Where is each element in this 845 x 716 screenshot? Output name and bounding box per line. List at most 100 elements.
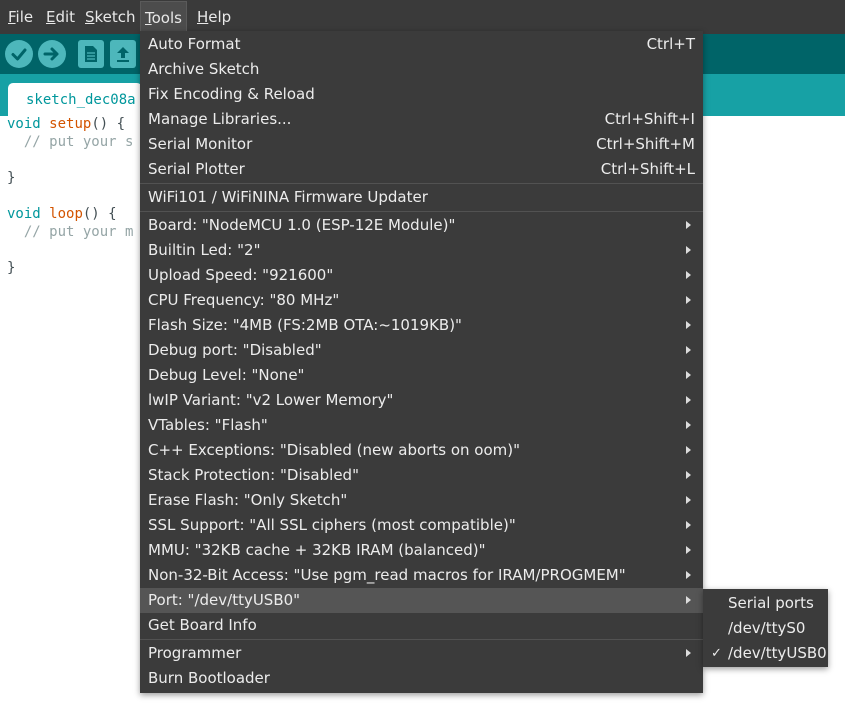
- chevron-right-icon: [686, 371, 691, 379]
- menu-item-label: Get Board Info: [148, 616, 257, 634]
- menu-item-archive-sketch[interactable]: Archive Sketch: [140, 57, 703, 82]
- chevron-right-icon: [686, 471, 691, 479]
- menu-tools[interactable]: Tools: [140, 1, 187, 33]
- chevron-right-icon: [686, 221, 691, 229]
- chevron-right-icon: [686, 271, 691, 279]
- menu-item-firmware-updater[interactable]: WiFi101 / WiFiNINA Firmware Updater: [140, 185, 703, 210]
- menu-file[interactable]: File: [8, 0, 33, 34]
- code-line: }: [7, 170, 16, 186]
- menu-item-label: Archive Sketch: [148, 60, 260, 78]
- chevron-right-icon: [686, 246, 691, 254]
- code-line: // put your s: [7, 134, 134, 150]
- menu-item-label: Erase Flash: "Only Sketch": [148, 491, 348, 509]
- menu-item-erase-flash[interactable]: Erase Flash: "Only Sketch": [140, 488, 703, 513]
- menu-item-label: WiFi101 / WiFiNINA Firmware Updater: [148, 188, 428, 206]
- upload-button[interactable]: [38, 40, 66, 68]
- code-line: void setup() {: [7, 116, 126, 132]
- menu-item-board[interactable]: Board: "NodeMCU 1.0 (ESP-12E Module)": [140, 213, 703, 238]
- check-icon: [11, 48, 27, 61]
- menu-sketch[interactable]: Sketch: [85, 0, 136, 34]
- open-sketch-button[interactable]: [110, 40, 136, 68]
- menu-item-label: Fix Encoding & Reload: [148, 85, 315, 103]
- menu-item-upload-speed[interactable]: Upload Speed: "921600": [140, 263, 703, 288]
- menu-item-serial-monitor[interactable]: Serial Monitor Ctrl+Shift+M: [140, 132, 703, 157]
- check-icon: ✓: [711, 646, 722, 661]
- menu-item-lwip-variant[interactable]: lwIP Variant: "v2 Lower Memory": [140, 388, 703, 413]
- menu-separator: [140, 211, 703, 212]
- menu-item-burn-bootloader[interactable]: Burn Bootloader: [140, 666, 703, 691]
- upload-arrow-icon: [117, 47, 129, 62]
- file-icon: [85, 46, 97, 62]
- menu-item-label: Upload Speed: "921600": [148, 266, 334, 284]
- menu-item-serial-plotter[interactable]: Serial Plotter Ctrl+Shift+L: [140, 157, 703, 182]
- menu-item-label: lwIP Variant: "v2 Lower Memory": [148, 391, 394, 409]
- menu-item-label: Manage Libraries...: [148, 110, 292, 128]
- menu-item-manage-libraries[interactable]: Manage Libraries... Ctrl+Shift+I: [140, 107, 703, 132]
- arrow-right-icon: [43, 47, 59, 61]
- menu-item-label: Debug port: "Disabled": [148, 341, 322, 359]
- chevron-right-icon: [686, 296, 691, 304]
- code-line: }: [7, 260, 16, 276]
- menu-item-label: C++ Exceptions: "Disabled (new aborts on…: [148, 441, 520, 459]
- tab-sketch[interactable]: sketch_dec08a: [8, 83, 142, 116]
- menu-item-programmer[interactable]: Programmer: [140, 641, 703, 666]
- menu-item-vtables[interactable]: VTables: "Flash": [140, 413, 703, 438]
- new-sketch-button[interactable]: [78, 40, 104, 68]
- chevron-right-icon: [686, 571, 691, 579]
- menu-item-ssl-support[interactable]: SSL Support: "All SSL ciphers (most comp…: [140, 513, 703, 538]
- port-ttyusb0[interactable]: ✓ /dev/ttyUSB0: [703, 641, 828, 666]
- port-submenu: Serial ports /dev/ttyS0 ✓ /dev/ttyUSB0: [703, 589, 828, 667]
- menu-item-label: VTables: "Flash": [148, 416, 268, 434]
- menu-item-label: CPU Frequency: "80 MHz": [148, 291, 340, 309]
- menu-item-label: Port: "/dev/ttyUSB0": [148, 591, 301, 609]
- verify-button[interactable]: [5, 40, 33, 68]
- menu-item-shortcut: Ctrl+Shift+L: [600, 160, 695, 178]
- chevron-right-icon: [686, 321, 691, 329]
- menu-help[interactable]: Help: [197, 0, 231, 34]
- chevron-right-icon: [686, 346, 691, 354]
- menu-item-label: Builtin Led: "2": [148, 241, 261, 259]
- menu-item-shortcut: Ctrl+Shift+M: [596, 135, 695, 153]
- chevron-right-icon: [686, 496, 691, 504]
- menu-item-debug-port[interactable]: Debug port: "Disabled": [140, 338, 703, 363]
- menu-item-port[interactable]: Port: "/dev/ttyUSB0": [140, 588, 703, 613]
- serial-ports-header: Serial ports: [728, 594, 814, 612]
- menu-item-cpp-exceptions[interactable]: C++ Exceptions: "Disabled (new aborts on…: [140, 438, 703, 463]
- menu-item-shortcut: Ctrl+Shift+I: [604, 110, 695, 128]
- menu-item-label: Serial Monitor: [148, 135, 253, 153]
- menu-item-label: Auto Format: [148, 35, 241, 53]
- menu-item-label: Flash Size: "4MB (FS:2MB OTA:~1019KB)": [148, 316, 462, 334]
- chevron-right-icon: [686, 446, 691, 454]
- menu-item-fix-encoding[interactable]: Fix Encoding & Reload: [140, 82, 703, 107]
- menu-item-label: Board: "NodeMCU 1.0 (ESP-12E Module)": [148, 216, 456, 234]
- menu-edit[interactable]: Edit: [46, 0, 75, 34]
- menu-item-mmu[interactable]: MMU: "32KB cache + 32KB IRAM (balanced)": [140, 538, 703, 563]
- menu-item-stack-protection[interactable]: Stack Protection: "Disabled": [140, 463, 703, 488]
- menu-item-flash-size[interactable]: Flash Size: "4MB (FS:2MB OTA:~1019KB)": [140, 313, 703, 338]
- chevron-right-icon: [686, 649, 691, 657]
- menu-item-label: Stack Protection: "Disabled": [148, 466, 359, 484]
- code-line: // put your m: [7, 224, 134, 240]
- menu-item-auto-format[interactable]: Auto Format Ctrl+T: [140, 32, 703, 57]
- menu-item-label: Serial Plotter: [148, 160, 245, 178]
- menu-item-builtin-led[interactable]: Builtin Led: "2": [140, 238, 703, 263]
- menu-item-get-board-info[interactable]: Get Board Info: [140, 613, 703, 638]
- chevron-right-icon: [686, 421, 691, 429]
- menu-item-label: MMU: "32KB cache + 32KB IRAM (balanced)": [148, 541, 486, 559]
- port-ttys0[interactable]: /dev/ttyS0: [703, 616, 828, 641]
- menu-item-debug-level[interactable]: Debug Level: "None": [140, 363, 703, 388]
- menu-separator: [140, 639, 703, 640]
- tools-menu: Auto Format Ctrl+T Archive Sketch Fix Encod…: [140, 31, 703, 693]
- menu-item-cpu-frequency[interactable]: CPU Frequency: "80 MHz": [140, 288, 703, 313]
- menu-separator: [140, 183, 703, 184]
- menu-item-label: Burn Bootloader: [148, 669, 270, 687]
- menu-item-shortcut: Ctrl+T: [646, 35, 695, 53]
- menu-item-label: SSL Support: "All SSL ciphers (most comp…: [148, 516, 516, 534]
- code-line: void loop() {: [7, 206, 117, 222]
- menu-item-label: Non-32-Bit Access: "Use pgm_read macros …: [148, 566, 626, 584]
- menu-item-label: Programmer: [148, 644, 242, 662]
- menu-item-non-32-bit-access[interactable]: Non-32-Bit Access: "Use pgm_read macros …: [140, 563, 703, 588]
- menu-item-label: Debug Level: "None": [148, 366, 305, 384]
- chevron-right-icon: [686, 521, 691, 529]
- menubar: File Edit Sketch Tools Help: [0, 0, 845, 34]
